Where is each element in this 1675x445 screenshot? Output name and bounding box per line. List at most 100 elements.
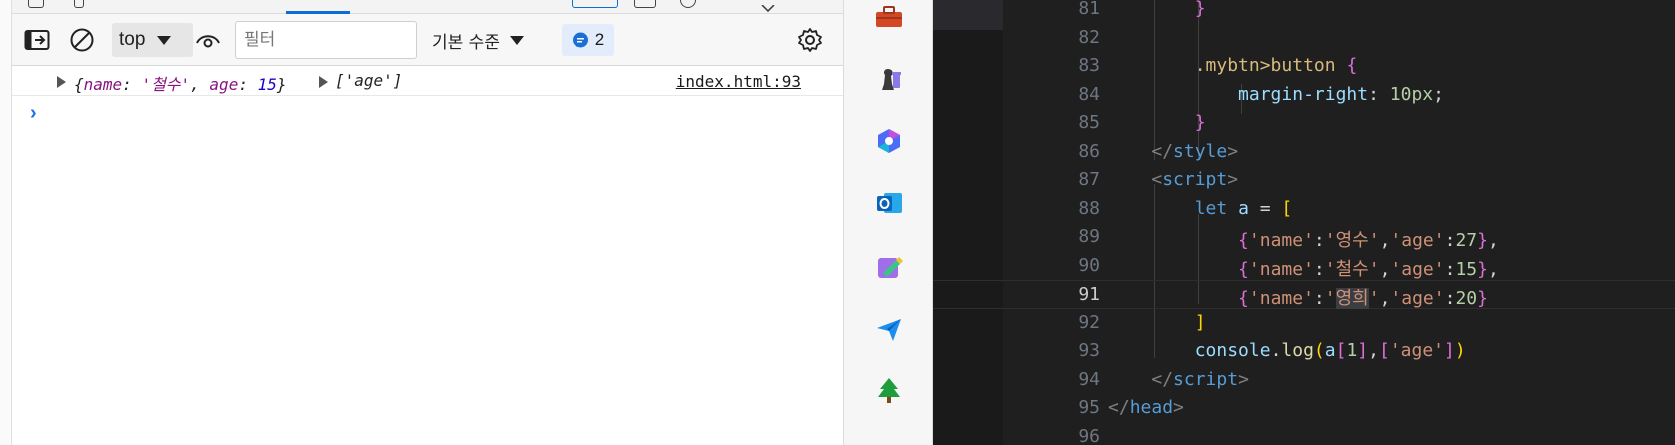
tab-icon-fragment xyxy=(634,0,656,8)
filter-input[interactable] xyxy=(235,21,417,59)
clear-icon xyxy=(70,28,94,52)
css-selector: .mybtn>button xyxy=(1194,55,1336,76)
gear-icon xyxy=(798,28,822,52)
log-level-select[interactable]: 기본 수준 xyxy=(432,24,524,56)
expand-triangle-icon[interactable] xyxy=(319,76,328,88)
obj-comma: , xyxy=(190,75,210,94)
code-line: 88 let a = [ xyxy=(933,195,1675,224)
eye-icon xyxy=(196,35,220,48)
line-number: 87 xyxy=(1078,169,1100,190)
code-line: 82 xyxy=(933,24,1675,53)
js-variable: a xyxy=(1324,340,1336,361)
caret-down-icon xyxy=(509,35,524,45)
object-preview[interactable]: {name: '철수', age: 15} xyxy=(74,71,287,95)
html-tag: style xyxy=(1173,140,1228,162)
js-number: 20 xyxy=(1455,288,1478,309)
code-text: </head> xyxy=(1108,397,1184,418)
js-variable: a xyxy=(1238,197,1249,219)
line-number: 96 xyxy=(1078,425,1100,445)
code-text: </style> xyxy=(1151,140,1239,162)
tab-icon-fragment xyxy=(680,0,696,8)
js-string: 'age' xyxy=(1390,258,1445,280)
close-icon-fragment xyxy=(760,0,776,13)
line-number: 91 xyxy=(1078,284,1100,305)
html-tag: script xyxy=(1162,169,1228,190)
line-number: 93 xyxy=(1078,340,1100,361)
obj-sep: : xyxy=(238,75,258,94)
designer-icon[interactable] xyxy=(872,250,906,284)
sidebar-toggle-icon xyxy=(24,30,50,50)
tab-icon-fragment xyxy=(572,0,618,8)
js-function: log xyxy=(1281,340,1314,361)
js-string: 'name' xyxy=(1248,258,1314,280)
line-number: 92 xyxy=(1078,311,1100,333)
code-line: 92 ] xyxy=(933,309,1675,338)
line-number: 95 xyxy=(1078,397,1100,418)
code-editor[interactable]: 81 } 82 83 .mybtn>button { 84 margin-rig… xyxy=(933,0,1675,445)
js-string: 'name' xyxy=(1248,230,1314,251)
code-line: 85 } xyxy=(933,109,1675,138)
line-number: 89 xyxy=(1078,226,1100,247)
issues-count: 2 xyxy=(594,30,605,49)
js-string: '영수' xyxy=(1324,230,1380,251)
edge-sidebar xyxy=(843,0,933,445)
line-number: 86 xyxy=(1078,140,1100,162)
js-string: '철수' xyxy=(1324,258,1380,280)
issues-badge[interactable]: 2 xyxy=(562,24,614,56)
code-line: 94 </script> xyxy=(933,366,1675,395)
code-text: {'name':'영수','age':27}, xyxy=(1238,230,1499,251)
tree-icon[interactable] xyxy=(872,374,906,408)
code-text: <script> xyxy=(1151,169,1239,190)
outlook-icon[interactable] xyxy=(872,186,906,220)
message-icon xyxy=(572,32,588,47)
css-value: 10px xyxy=(1389,83,1434,105)
source-link[interactable]: index.html:93 xyxy=(676,72,801,91)
expand-triangle-icon[interactable] xyxy=(57,76,66,88)
code-line: 93 console.log(a[1],['age']) xyxy=(933,337,1675,366)
console-log-entry: {name: '철수', age: 15} ['age'] index.html… xyxy=(12,66,843,96)
js-string: 'age' xyxy=(1390,230,1445,251)
js-number: 15 xyxy=(1455,258,1478,280)
array-preview[interactable]: ['age'] xyxy=(335,71,402,90)
line-number: 85 xyxy=(1078,112,1100,133)
chess-icon[interactable] xyxy=(872,62,906,96)
line-number: 84 xyxy=(1078,83,1100,105)
devtools-panel: top 기본 수준 2 xyxy=(0,0,843,445)
console-prompt-chevron-icon[interactable]: › xyxy=(30,102,37,125)
js-string: 'age' xyxy=(1390,288,1445,309)
console-settings-button[interactable] xyxy=(794,24,826,56)
obj-value-age: 15 xyxy=(257,75,277,94)
clear-console-button[interactable] xyxy=(67,24,97,56)
caret-down-icon xyxy=(157,35,172,45)
toggle-sidebar-button[interactable] xyxy=(22,24,52,56)
log-level-value: 기본 수준 xyxy=(432,32,500,53)
js-string: ' xyxy=(1368,288,1380,309)
tab-icon-fragment xyxy=(74,0,84,8)
code-line: 83 .mybtn>button { xyxy=(933,52,1675,81)
line-number: 81 xyxy=(1078,0,1100,19)
html-tag: head xyxy=(1129,397,1174,418)
toolbox-icon[interactable] xyxy=(872,0,906,34)
js-keyword: let xyxy=(1194,197,1228,219)
code-text: margin-right: 10px; xyxy=(1238,83,1444,105)
live-expression-button[interactable] xyxy=(192,24,224,56)
code-line: 90 {'name':'철수','age':15}, xyxy=(933,252,1675,281)
tab-icon-fragment xyxy=(28,0,44,8)
obj-value-name: '철수' xyxy=(141,75,191,94)
context-select[interactable]: top xyxy=(112,23,193,57)
devtools-left-edge xyxy=(0,0,12,445)
selected-text: 영희 xyxy=(1335,288,1369,309)
code-line: 96 xyxy=(933,423,1675,445)
copilot-icon[interactable] xyxy=(872,124,906,158)
code-text: </script> xyxy=(1151,368,1249,390)
code-text: .mybtn>button { xyxy=(1194,55,1358,76)
obj-close-brace: } xyxy=(276,75,287,94)
code-line: 95 </head> xyxy=(933,394,1675,423)
js-number: 27 xyxy=(1455,230,1478,251)
code-line: 84 margin-right: 10px; xyxy=(933,81,1675,110)
send-icon[interactable] xyxy=(872,312,906,346)
line-number: 88 xyxy=(1078,197,1100,219)
js-number: 1 xyxy=(1346,340,1358,361)
obj-open-brace: { xyxy=(74,75,84,94)
current-code-line: 91 {'name':'영희','age':20} xyxy=(933,280,1675,309)
